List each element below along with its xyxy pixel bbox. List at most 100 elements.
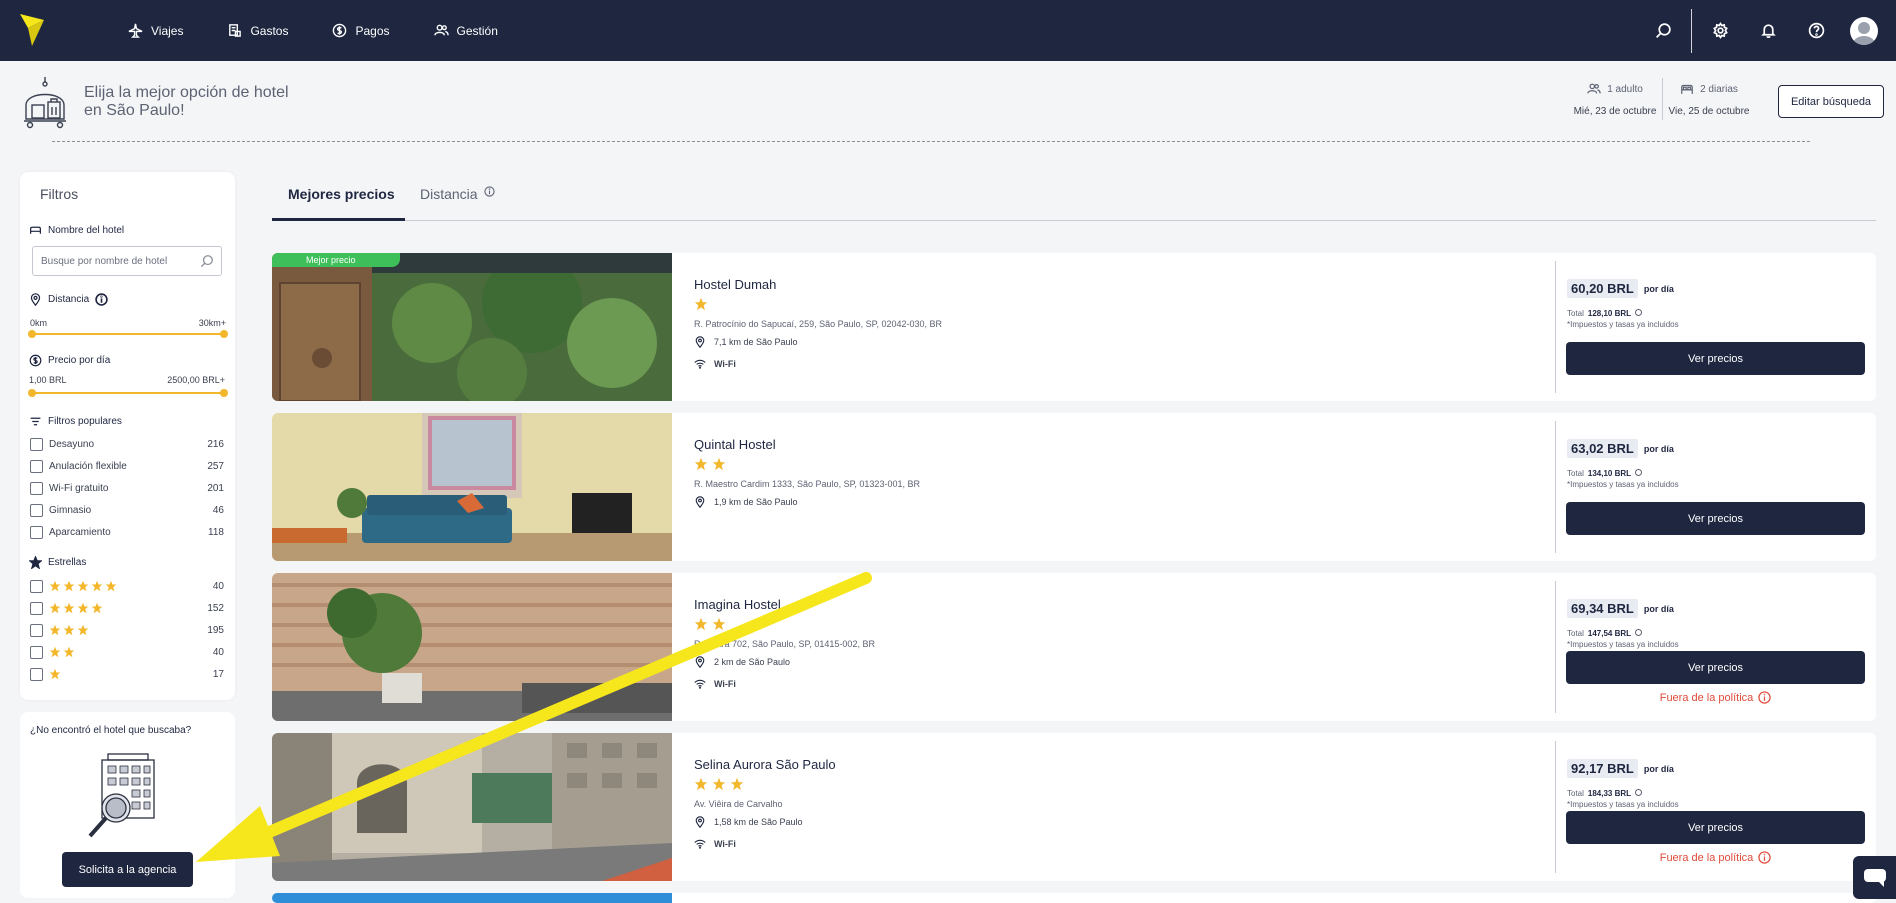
total-label: Total	[1567, 309, 1584, 318]
view-prices-button[interactable]: Ver precios	[1566, 811, 1865, 844]
chat-button[interactable]	[1853, 856, 1896, 899]
hotel-name[interactable]: Selina Aurora São Paulo	[694, 757, 836, 772]
two-stars	[49, 646, 75, 658]
info-icon[interactable]	[1635, 629, 1643, 636]
filter-stars-5[interactable]: 40	[30, 579, 224, 593]
view-prices-button[interactable]: Ver precios	[1566, 651, 1865, 684]
star-icon	[63, 602, 75, 614]
info-icon[interactable]	[1635, 469, 1643, 476]
filter-gym-count: 46	[212, 504, 224, 516]
nav-gestion-label: Gestión	[456, 23, 498, 38]
star-icon	[712, 617, 726, 631]
hotel-name[interactable]: Quintal Hostel	[694, 437, 776, 452]
hotel-card[interactable]: Quintal Hostel R. Maestro Cardim 1333, S…	[272, 413, 1876, 561]
hotel-photo[interactable]	[272, 733, 672, 881]
star-icon	[49, 668, 61, 680]
filter-parking-checkbox[interactable]	[30, 525, 43, 539]
filter-gym-checkbox[interactable]	[30, 503, 43, 517]
info-icon[interactable]	[483, 185, 495, 197]
nav-pagos[interactable]: Pagos	[332, 23, 390, 38]
star-icon	[77, 602, 89, 614]
total-price: Total 134,10 BRL	[1567, 469, 1643, 478]
hotel-name[interactable]: Hostel Dumah	[694, 277, 776, 292]
price-slider-min-handle[interactable]	[28, 389, 36, 397]
filter-stars-1-count: 17	[212, 668, 224, 680]
agency-question: ¿No encontró el hotel que buscaba?	[30, 725, 192, 736]
hotel-distance-text: 2 km de São Paulo	[714, 657, 791, 667]
distance-slider-max-handle[interactable]	[220, 330, 228, 338]
taxes-note: *Impuestos y tasas ya incluidos	[1567, 480, 1679, 489]
hotel-card[interactable]: Selina Aurora São Paulo Av. Viêira de Ca…	[272, 733, 1876, 881]
filter-flexible-cancel[interactable]: Anulación flexible 257	[30, 459, 224, 473]
filter-breakfast[interactable]: Desayuno 216	[30, 437, 224, 451]
users-icon	[433, 24, 449, 36]
view-prices-button[interactable]: Ver precios	[1566, 342, 1865, 375]
logo-icon[interactable]	[20, 14, 44, 46]
notifications-button[interactable]	[1744, 0, 1792, 61]
location-pin-icon	[695, 496, 705, 508]
hotel-name[interactable]: Imagina Hostel	[694, 597, 781, 612]
gear-icon	[1712, 22, 1728, 39]
filter-stars-1-checkbox[interactable]	[30, 667, 43, 681]
filter-parking[interactable]: Aparcamiento 118	[30, 525, 224, 539]
filter-wifi[interactable]: Wi-Fi gratuito 201	[30, 481, 224, 495]
hotel-photo[interactable]	[272, 893, 672, 903]
price-unit: por día	[1643, 283, 1674, 294]
hotel-photo[interactable]	[272, 413, 672, 561]
out-of-policy-warning[interactable]: Fuera de la política	[1566, 691, 1865, 704]
filter-flexible-cancel-checkbox[interactable]	[30, 459, 43, 473]
hotel-search-input[interactable]: Busque por nombre de hotel	[32, 246, 222, 276]
filter-stars-4[interactable]: 152	[30, 601, 224, 615]
avatar[interactable]	[1850, 16, 1878, 45]
filter-wifi-checkbox[interactable]	[30, 481, 43, 495]
filter-flexible-cancel-label: Anulación flexible	[49, 460, 127, 472]
info-icon[interactable]	[95, 293, 108, 306]
edit-search-button[interactable]: Editar búsqueda	[1778, 85, 1884, 118]
filter-stars-5-checkbox[interactable]	[30, 579, 43, 593]
filter-gym[interactable]: Gimnasio 46	[30, 503, 224, 517]
airplane-icon	[128, 23, 143, 38]
hotel-card[interactable]: Mejor precio Hostel Dumah R. Patrocínio …	[272, 253, 1876, 401]
filter-stars-2-checkbox[interactable]	[30, 645, 43, 659]
tab-best-prices-label: Mejores precios	[288, 186, 395, 202]
price-per-day: 69,34 BRL	[1567, 599, 1638, 618]
info-icon[interactable]	[1635, 789, 1643, 796]
nav-gestion[interactable]: Gestión	[433, 23, 498, 38]
card-divider	[1555, 581, 1556, 713]
hotel-stars	[694, 457, 726, 471]
hotel-card-partial[interactable]	[272, 893, 1876, 903]
hotel-name-label: Nombre del hotel	[29, 224, 124, 237]
hotel-photo-image	[272, 253, 672, 401]
total-amount: 134,10 BRL	[1587, 469, 1632, 478]
out-of-policy-warning[interactable]: Fuera de la política	[1566, 851, 1865, 864]
filter-stars-1[interactable]: 17	[30, 667, 224, 681]
filter-stars-3-checkbox[interactable]	[30, 623, 43, 637]
hotel-photo[interactable]: Mejor precio	[272, 253, 672, 401]
search-button[interactable]	[1639, 0, 1687, 61]
star-icon	[712, 457, 726, 471]
nav-gastos[interactable]: Gastos	[227, 23, 288, 38]
settings-button[interactable]	[1696, 0, 1744, 61]
filter-breakfast-checkbox[interactable]	[30, 437, 43, 451]
hotel-card[interactable]: Imagina Hostel R. Cintra 702, São Paulo,…	[272, 573, 1876, 721]
view-prices-button[interactable]: Ver precios	[1566, 502, 1865, 535]
filter-stars-4-checkbox[interactable]	[30, 601, 43, 615]
distance-slider[interactable]	[28, 330, 228, 338]
page-title-line2: en São Paulo!	[84, 102, 185, 119]
users-icon	[1587, 83, 1601, 94]
filter-stars-2[interactable]: 40	[30, 645, 224, 659]
help-button[interactable]	[1792, 0, 1840, 61]
filter-wifi-label: Wi-Fi gratuito	[49, 482, 109, 494]
filter-stars-3[interactable]: 195	[30, 623, 224, 637]
price-slider[interactable]	[28, 389, 228, 397]
hotel-photo-image	[272, 733, 672, 881]
request-agency-button[interactable]: Solicita a la agencia	[62, 852, 193, 887]
hotel-photo[interactable]	[272, 573, 672, 721]
hotel-wifi-text: Wi-Fi	[714, 679, 736, 689]
info-icon[interactable]	[1635, 309, 1643, 316]
tab-best-prices[interactable]: Mejores precios	[288, 186, 395, 202]
tab-distance[interactable]: Distancia	[420, 185, 495, 202]
price-slider-max-handle[interactable]	[220, 389, 228, 397]
distance-slider-min-handle[interactable]	[28, 330, 36, 338]
nav-viajes[interactable]: Viajes	[128, 23, 183, 38]
